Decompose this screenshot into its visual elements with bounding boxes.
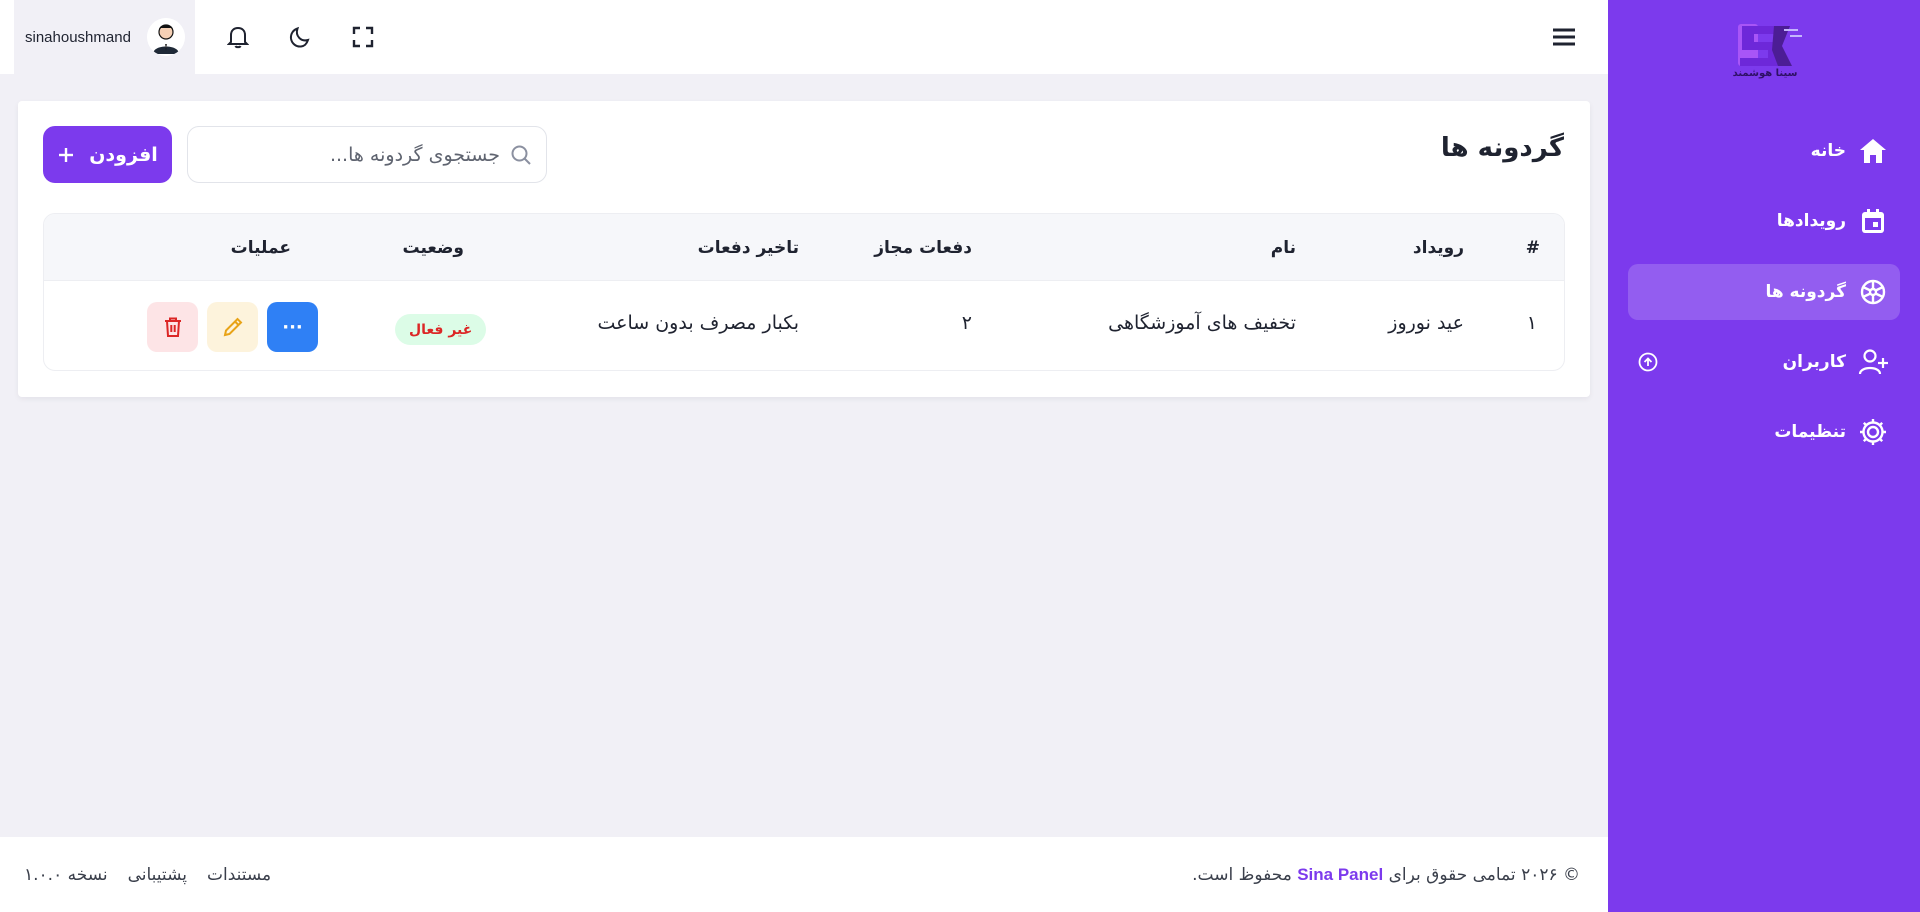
footer-links: مستندات پشتیبانی نسخه ۱.۰.۰ — [24, 865, 271, 885]
expand-circle-icon[interactable] — [1638, 352, 1658, 372]
sidebar: سینا هوشمند خانه رویدادها گردونه ها کارب… — [1608, 0, 1920, 912]
fullscreen-icon[interactable] — [350, 24, 376, 50]
sidebar-item-wheels[interactable]: گردونه ها — [1628, 264, 1900, 320]
wheels-card: گردونه ها افزودن # رویداد نام دفعات مجاز… — [18, 101, 1590, 397]
add-label: افزودن — [89, 143, 158, 166]
cell-index: ۱ — [1526, 312, 1537, 334]
sidebar-item-home[interactable]: خانه — [1628, 123, 1900, 179]
sidebar-item-label: رویدادها — [1776, 211, 1846, 231]
brand-logo[interactable]: سینا هوشمند — [1724, 18, 1806, 94]
search-icon — [510, 144, 532, 166]
user-plus-icon — [1856, 345, 1890, 379]
logo-text: سینا هوشمند — [1732, 68, 1798, 79]
sidebar-item-label: کاربران — [1782, 352, 1846, 372]
more-label: ··· — [282, 316, 303, 338]
column-header-status: وضعیت — [402, 238, 464, 258]
add-button[interactable]: افزودن — [43, 126, 172, 183]
column-header-actions: عملیات — [230, 238, 291, 258]
plus-icon — [57, 146, 75, 164]
cell-name: تخفیف های آموزشگاهی — [1108, 312, 1296, 334]
column-header-event: رویداد — [1412, 238, 1464, 258]
footer: © ۲۰۲۶ تمامی حقوق برای Sina Panel محفوظ … — [0, 837, 1608, 912]
cell-event: عید نوروز — [1388, 312, 1464, 334]
docs-link[interactable]: مستندات — [207, 865, 271, 885]
home-icon — [1856, 134, 1890, 168]
cell-delay: بکبار مصرف بدون ساعت — [597, 312, 799, 334]
moon-icon[interactable] — [287, 24, 313, 50]
copyright: © ۲۰۲۶ تمامی حقوق برای Sina Panel محفوظ … — [1192, 865, 1580, 885]
copyright-suffix: محفوظ است. — [1192, 865, 1292, 885]
cell-allowed: ۲ — [961, 312, 972, 334]
support-link[interactable]: پشتیبانی — [128, 865, 187, 885]
search-field[interactable] — [187, 126, 547, 183]
column-header-delay: تاخیر دفعات — [697, 238, 799, 258]
column-header-name: نام — [1270, 238, 1296, 258]
sidebar-item-label: خانه — [1810, 141, 1846, 161]
more-button[interactable]: ··· — [267, 302, 318, 352]
search-input[interactable] — [210, 143, 500, 166]
column-header-allowed: دفعات مجاز — [874, 238, 972, 258]
top-bar: sinahoushmand — [0, 0, 1608, 74]
copyright-prefix: © ۲۰۲۶ تمامی حقوق برای — [1388, 865, 1580, 885]
trash-icon — [163, 316, 183, 338]
sidebar-item-events[interactable]: رویدادها — [1628, 193, 1900, 249]
user-menu[interactable]: sinahoushmand — [14, 0, 195, 74]
sidebar-item-users[interactable]: کاربران — [1628, 334, 1900, 390]
bell-icon[interactable] — [225, 24, 251, 50]
avatar[interactable] — [147, 18, 185, 56]
version-label: نسخه ۱.۰.۰ — [24, 865, 108, 885]
menu-toggle-icon[interactable] — [1550, 24, 1578, 50]
pencil-icon — [222, 316, 244, 338]
column-header-index: # — [1525, 238, 1540, 258]
wheel-icon — [1856, 275, 1890, 309]
edit-button[interactable] — [207, 302, 258, 352]
status-badge: غیر فعال — [395, 314, 487, 345]
page-title: گردونه ها — [1440, 133, 1564, 163]
brand-link[interactable]: Sina Panel — [1297, 865, 1383, 884]
gear-icon — [1856, 415, 1890, 449]
sidebar-item-label: تنظیمات — [1774, 422, 1846, 442]
delete-button[interactable] — [147, 302, 198, 352]
calendar-icon — [1856, 204, 1890, 238]
sidebar-item-settings[interactable]: تنظیمات — [1628, 404, 1900, 460]
wheels-table: # رویداد نام دفعات مجاز تاخیر دفعات وضعی… — [43, 213, 1565, 371]
username: sinahoushmand — [25, 28, 131, 46]
sidebar-item-label: گردونه ها — [1765, 282, 1846, 302]
